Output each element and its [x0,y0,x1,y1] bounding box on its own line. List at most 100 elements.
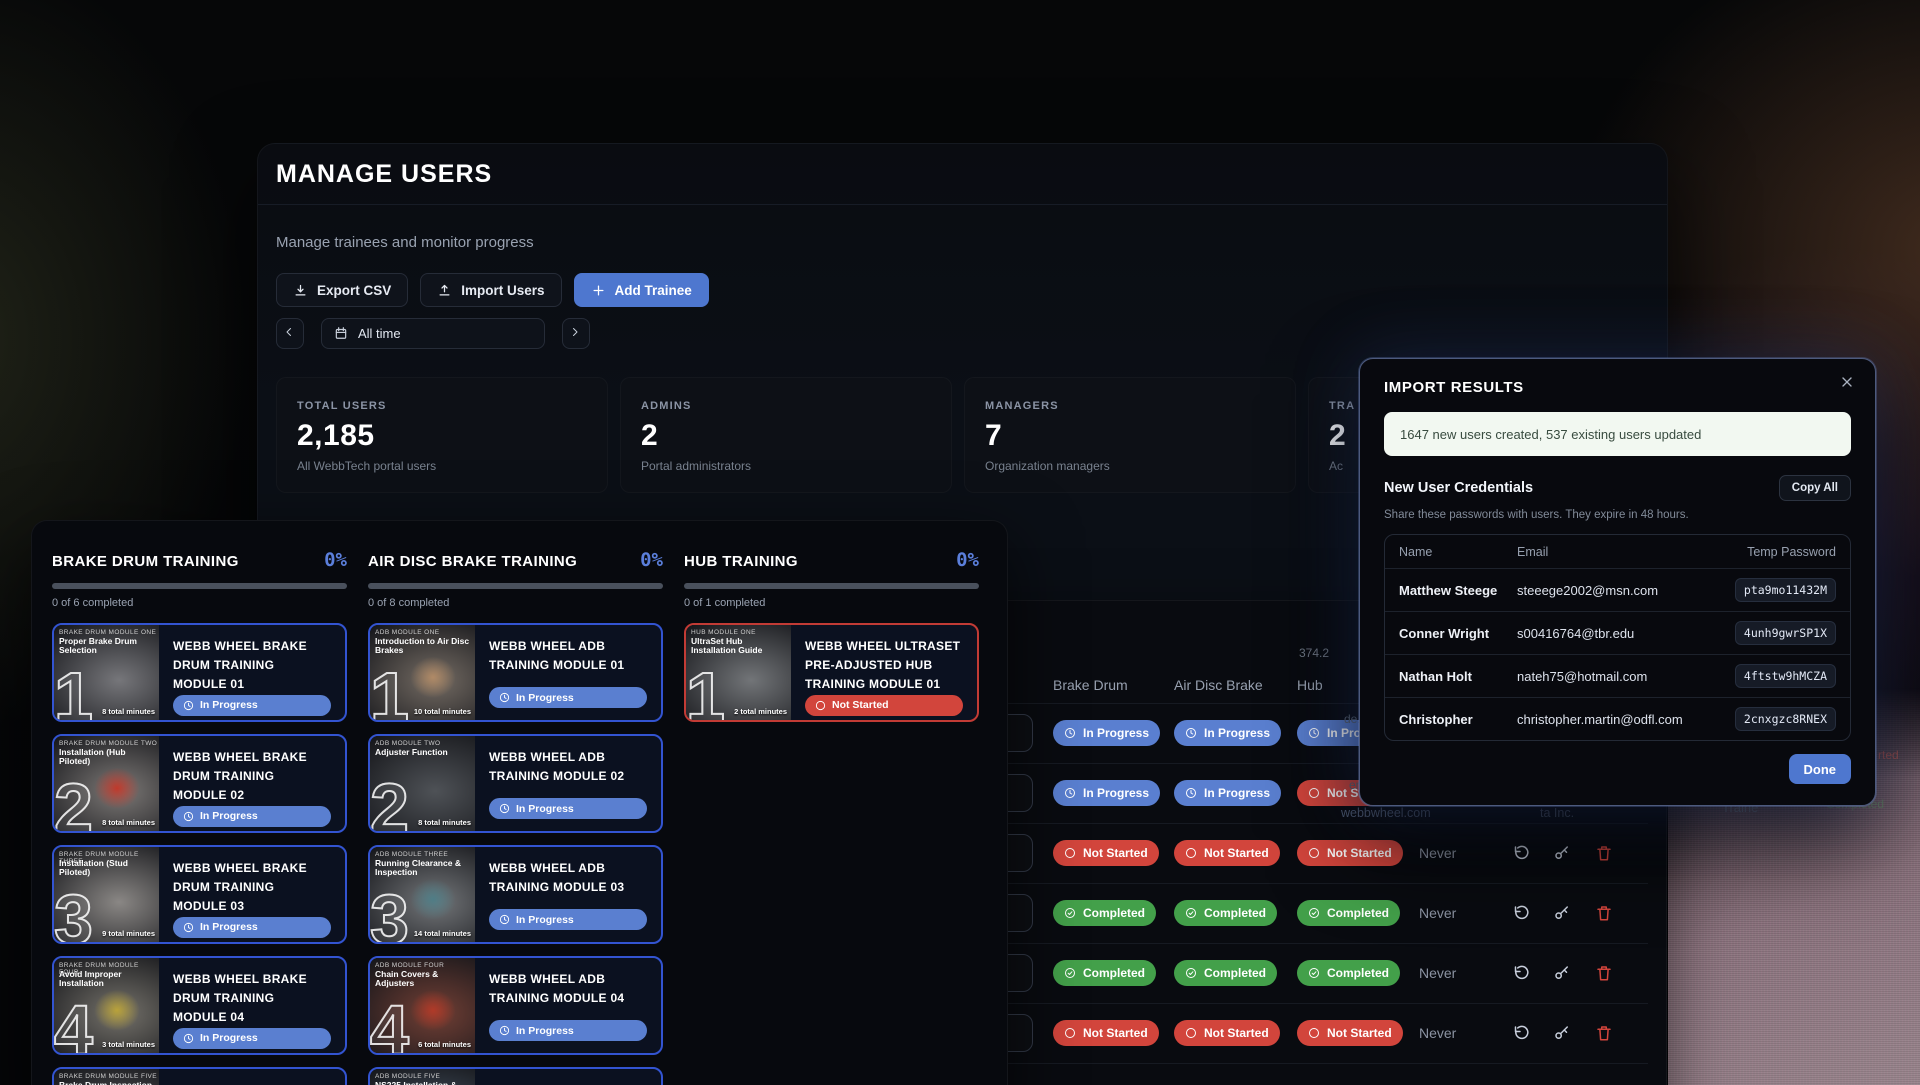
module-thumbnail: ADB MODULE FIVENS225 Installation & Feat… [370,1069,475,1085]
module-card-title: WEBB WHEEL BRAKE DRUM TRAINING MODULE 01 [173,637,331,695]
training-module-card[interactable]: BRAKE DRUM MODULE THREEInstallation (Stu… [52,845,347,944]
module-thumbnail: BRAKE DRUM MODULE FOURAvoid Improper Ins… [54,958,159,1053]
clock-icon [499,1025,510,1036]
training-progress-percent: 0% [324,549,347,571]
import-users-button[interactable]: Import Users [420,273,561,307]
training-column-header: AIR DISC BRAKE TRAINING0% [368,549,663,571]
reset-progress-button[interactable] [1511,1024,1529,1042]
module-card-body: WEBB WHEEL BRAKE DRUM TRAINING MODULE 02… [159,736,345,831]
progress-cell: In Progress [1174,720,1281,746]
password-expires-value: Never [1419,905,1456,921]
status-badge: In Progress [1174,720,1281,746]
module-status: In Progress [173,806,331,827]
add-trainee-button[interactable]: Add Trainee [574,273,709,307]
status-badge-label: In Progress [1083,786,1149,800]
training-module-card[interactable]: BRAKE DRUM MODULE FIVEBrake Drum Inspect… [52,1067,347,1085]
module-thumbnail: HUB MODULE ONEUltraSet Hub Installation … [686,625,791,720]
status-badge: Completed [1174,900,1277,926]
module-thumb-minutes: 3 total minutes [102,1040,155,1049]
progress-cell: Not Started [1053,1020,1159,1046]
page-title: MANAGE USERS [276,160,492,189]
module-thumb-number: 1 [370,662,409,720]
training-module-card[interactable]: BRAKE DRUM MODULE FOURAvoid Improper Ins… [52,956,347,1055]
module-thumb-number: 1 [686,662,725,720]
occluded-text-fragment: 374.2 [1299,646,1329,660]
status-badge-label: Completed [1083,906,1145,920]
training-column: AIR DISC BRAKE TRAINING0%0 of 8 complete… [368,549,663,1085]
training-module-card[interactable]: BRAKE DRUM MODULE TWOInstallation (Hub P… [52,734,347,833]
training-module-card[interactable]: BRAKE DRUM MODULE ONEProper Brake Drum S… [52,623,347,722]
check-circle-icon [1064,907,1077,920]
occluded-text-fragment: rted [1878,748,1899,762]
stat-card: TOTAL USERS2,185All WebbTech portal user… [276,377,608,493]
export-csv-button[interactable]: Export CSV [276,273,408,307]
done-button[interactable]: Done [1789,754,1852,784]
module-thumb-subtitle: UltraSet Hub Installation Guide [691,637,788,656]
import-users-label: Import Users [461,283,544,298]
status-badge-label: Not Started [1204,1026,1269,1040]
date-range-field[interactable]: All time [321,318,545,349]
key-button[interactable] [1553,964,1571,982]
module-thumbnail: ADB MODULE ONEIntroduction to Air Disc B… [370,625,475,720]
status-badge-label: In Progress [516,1025,574,1037]
next-period-button[interactable] [562,318,590,349]
calendar-icon [334,326,349,341]
occluded-text-fragment: webbwheel.com [1341,806,1431,820]
add-trainee-label: Add Trainee [615,283,692,298]
key-button[interactable] [1553,904,1571,922]
training-module-card[interactable]: ADB MODULE FIVENS225 Installation & Feat… [368,1067,663,1085]
training-module-card[interactable]: ADB MODULE FOURChain Covers & Adjusters4… [368,956,663,1055]
status-badge-label: In Progress [200,921,258,933]
status-badge: In Progress [489,1020,647,1041]
close-icon[interactable] [1839,374,1859,394]
reset-progress-button[interactable] [1511,964,1529,982]
trash-button[interactable] [1595,904,1613,922]
module-card-title: WEBB WHEEL BRAKE DRUM TRAINING MODULE 04 [173,970,331,1028]
status-badge-label: Not Started [1327,846,1392,860]
module-card-title: WEBB WHEEL ADB TRAINING MODULE 02 [489,748,647,786]
module-card-body: WEBB WHEEL ADB TRAINING MODULE 02 In Prog… [475,736,661,831]
training-module-card[interactable]: ADB MODULE TWOAdjuster Function28 total … [368,734,663,833]
copy-all-button[interactable]: Copy All [1779,475,1851,501]
trash-button[interactable] [1595,844,1613,862]
module-status: In Progress [489,909,647,930]
module-thumb-subtitle: Running Clearance & Inspection [375,859,472,878]
status-badge: Not Started [1297,1020,1403,1046]
clock-icon [1064,727,1077,740]
module-thumb-subtitle: Proper Brake Drum Selection [59,637,156,656]
training-module-card[interactable]: HUB MODULE ONEUltraSet Hub Installation … [684,623,979,722]
key-button[interactable] [1553,844,1571,862]
password-expires-value: Never [1419,845,1456,861]
circle-icon [1308,847,1321,860]
stat-value: 2 [641,419,931,453]
training-card-list: ADB MODULE ONEIntroduction to Air Disc B… [368,623,663,1085]
module-thumb-number: 4 [54,995,93,1053]
credentials-row: Nathan Holtnateh75@hotmail.com4ftstw9hMC… [1385,654,1850,697]
module-thumb-number: 1 [54,662,93,720]
stat-label: ADMINS [641,400,931,412]
stat-card: MANAGERS7Organization managers [964,377,1296,493]
trash-button[interactable] [1595,964,1613,982]
module-thumbnail: BRAKE DRUM MODULE FIVEBrake Drum Inspect… [54,1069,159,1085]
credential-password-cell: 4ftstw9hMCZA [1710,664,1836,688]
status-badge-label: In Progress [516,803,574,815]
status-badge: Not Started [1297,840,1403,866]
credential-password-cell: 4unh9gwrSP1X [1710,621,1836,645]
credential-email: steeege2002@msn.com [1517,583,1710,598]
module-thumb-caption: ADB MODULE TWO [375,740,440,747]
previous-period-button[interactable] [276,318,304,349]
training-module-card[interactable]: ADB MODULE ONEIntroduction to Air Disc B… [368,623,663,722]
reset-progress-button[interactable] [1511,844,1529,862]
module-thumbnail: BRAKE DRUM MODULE THREEInstallation (Stu… [54,847,159,942]
status-badge-label: Completed [1083,966,1145,980]
status-badge-label: In Progress [200,1032,258,1044]
reset-progress-icon [1511,1024,1529,1042]
credentials-table-header: NameEmailTemp Password [1385,535,1850,568]
trash-button[interactable] [1595,1024,1613,1042]
training-column-header: HUB TRAINING0% [684,549,979,571]
progress-cell: Completed [1174,900,1277,926]
module-thumb-caption: ADB MODULE THREE [375,851,448,858]
key-button[interactable] [1553,1024,1571,1042]
training-module-card[interactable]: ADB MODULE THREERunning Clearance & Insp… [368,845,663,944]
reset-progress-button[interactable] [1511,904,1529,922]
